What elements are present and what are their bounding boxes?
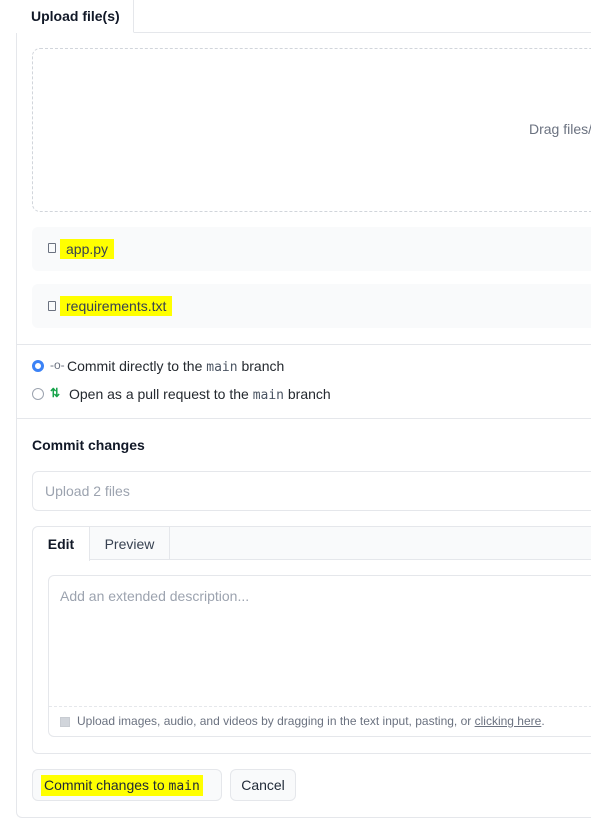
commit-direct-label: Commit directly to the main branch xyxy=(67,358,284,375)
commit-button-branch: main xyxy=(168,779,200,794)
commit-summary-input[interactable] xyxy=(32,471,591,511)
tab-upload-files[interactable]: Upload file(s) xyxy=(16,0,134,33)
commit-direct-prefix: Commit directly to the xyxy=(67,358,203,374)
commit-button-label: Commit changes to main xyxy=(41,775,203,796)
file-icon xyxy=(48,243,56,253)
file-icon xyxy=(48,301,56,311)
commit-changes-button[interactable]: Commit changes to main xyxy=(32,769,222,801)
git-commit-icon: -o- xyxy=(50,358,65,372)
commit-button-prefix: Commit changes to xyxy=(44,777,165,793)
cancel-button[interactable]: Cancel xyxy=(230,769,296,801)
pull-request-radio[interactable] xyxy=(32,388,44,400)
upload-tab-bar: Upload file(s) xyxy=(16,0,591,33)
pull-request-prefix: Open as a pull request to the xyxy=(69,386,249,402)
upload-hint-bar: Upload images, audio, and videos by drag… xyxy=(49,706,591,737)
commit-changes-title: Commit changes xyxy=(32,437,145,453)
divider xyxy=(16,418,591,419)
dropzone-text: Drag files/ xyxy=(529,121,591,137)
description-area: Upload images, audio, and videos by drag… xyxy=(48,575,591,737)
branch-name: main xyxy=(206,360,238,375)
editor-tabs: Edit Preview xyxy=(33,527,591,561)
tab-preview[interactable]: Preview xyxy=(90,527,170,560)
file-name: requirements.txt xyxy=(60,296,173,316)
file-name: app.py xyxy=(60,239,115,259)
file-dropzone[interactable] xyxy=(32,48,591,212)
clicking-here-link[interactable]: clicking here xyxy=(475,714,542,728)
git-pull-request-icon: ⇅ xyxy=(50,386,61,400)
description-textarea[interactable] xyxy=(49,576,591,706)
image-icon xyxy=(60,717,70,727)
divider xyxy=(16,344,591,345)
file-list-item: requirements.txt xyxy=(32,284,591,328)
upload-hint: Upload images, audio, and videos by drag… xyxy=(77,714,545,728)
upload-hint-text: Upload images, audio, and videos by drag… xyxy=(77,714,472,728)
tab-edit[interactable]: Edit xyxy=(33,527,90,561)
commit-direct-suffix: branch xyxy=(241,358,285,374)
branch-name: main xyxy=(252,388,284,403)
commit-direct-radio[interactable] xyxy=(32,360,44,372)
file-list-item: app.py xyxy=(32,227,591,271)
upload-hint-end: . xyxy=(541,714,545,728)
pull-request-suffix: branch xyxy=(287,386,331,402)
pull-request-label: Open as a pull request to the main branc… xyxy=(69,386,331,403)
